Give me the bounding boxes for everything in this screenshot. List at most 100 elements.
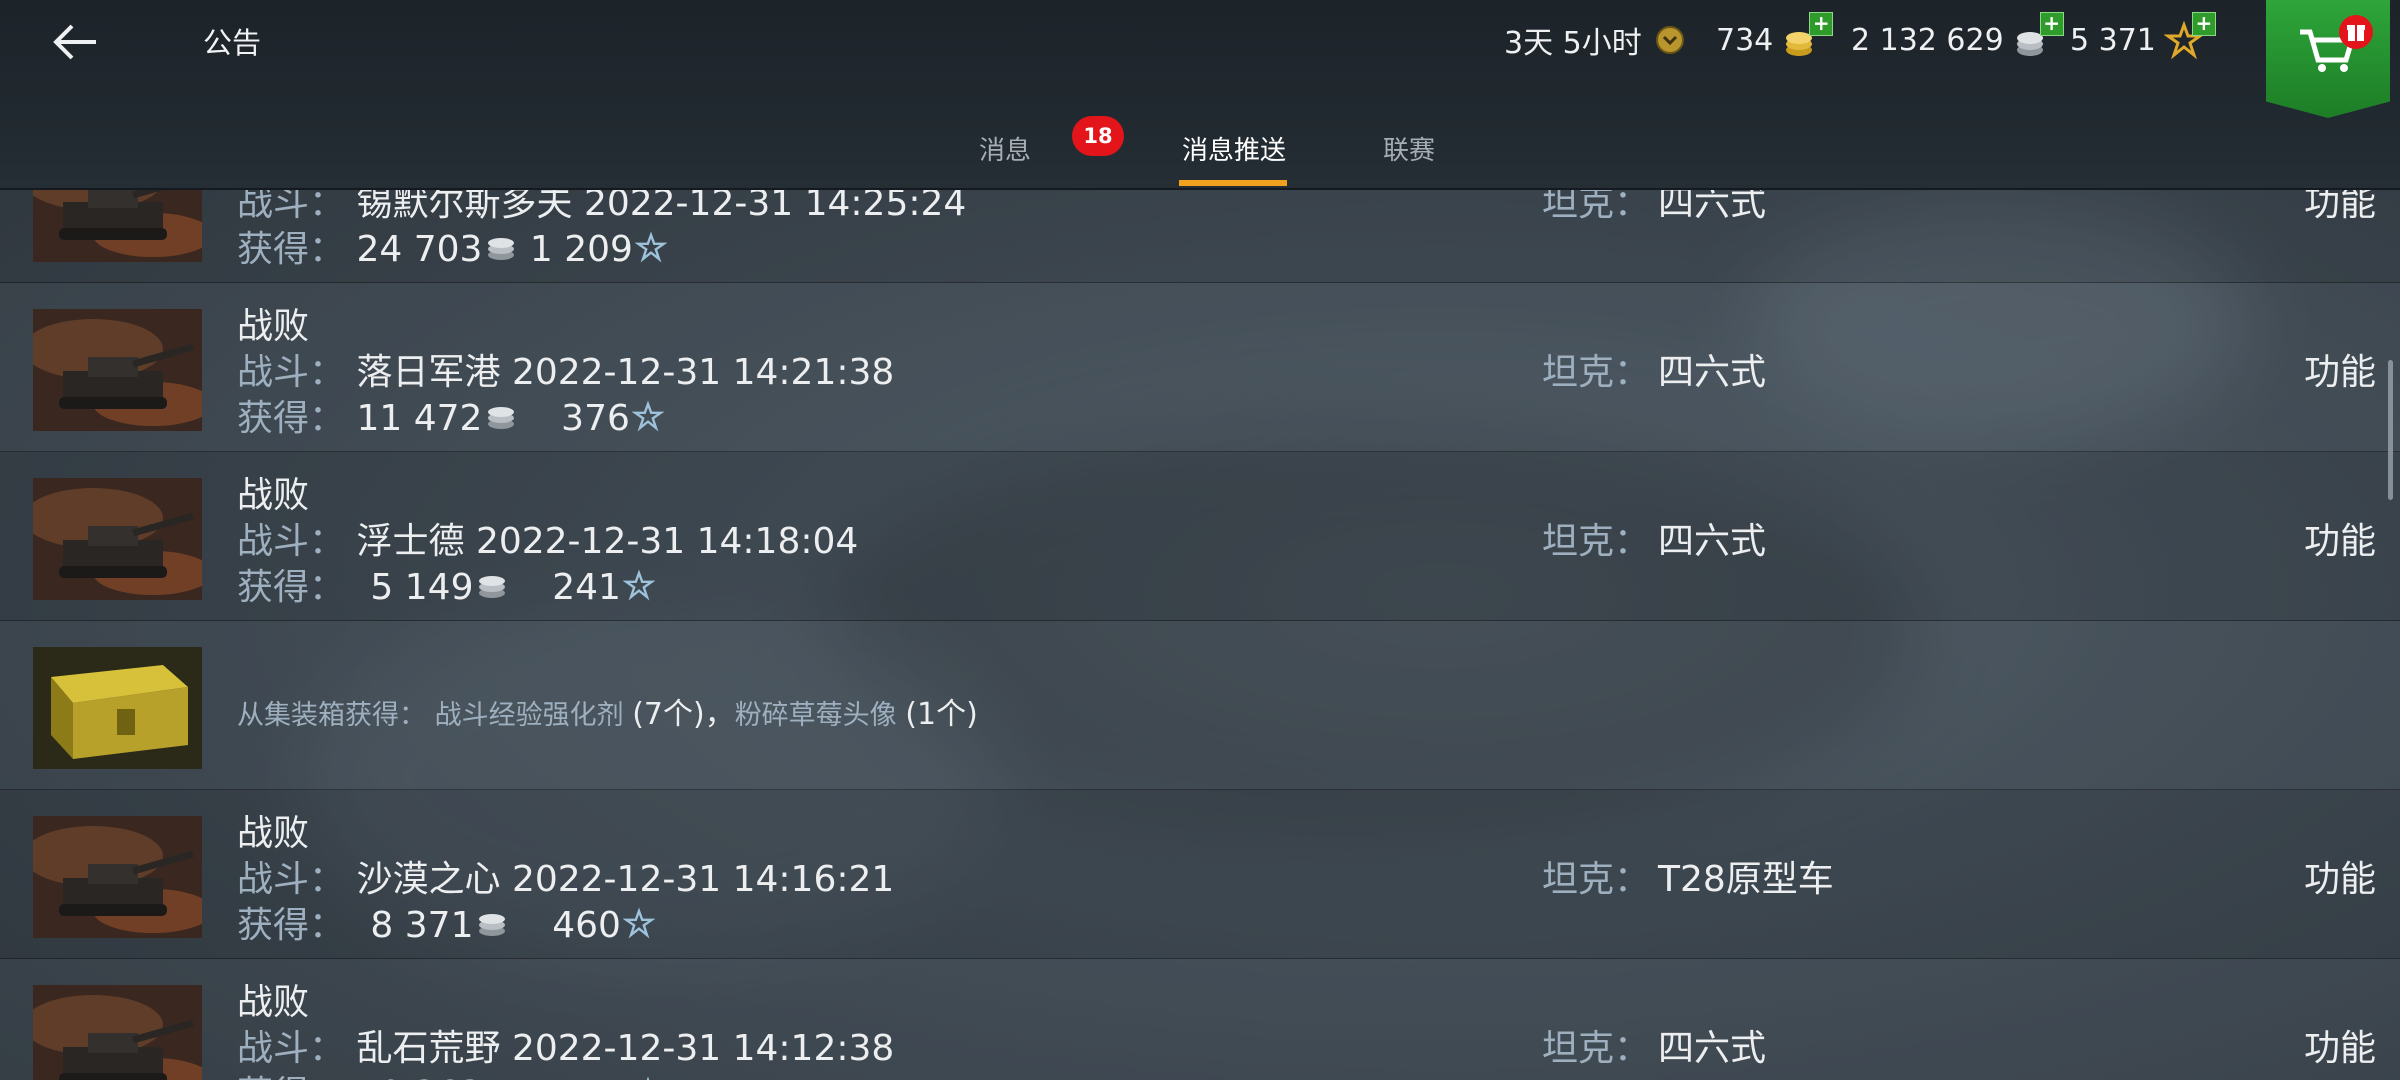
crate-reward-text: 从集装箱获得： 战斗经验强化剂 (7个)，粉碎草莓头像 (1个) (237, 689, 978, 733)
credits-icon (475, 569, 509, 610)
credits-earned: 24 703 (356, 229, 483, 270)
tank-name: 四六式 (1658, 190, 1767, 224)
battle-datetime: 2022-12-31 14:25:24 (583, 190, 967, 224)
message-list[interactable]: 战斗： 锡默尔斯多夫 2022-12-31 14:25:24 获得： 24 70… (0, 190, 2400, 1080)
battle-result-text: 战败 (237, 475, 310, 516)
reward-item: 战斗经验强化剂 (434, 700, 624, 731)
free-xp-amount: 5 371 (2070, 22, 2156, 58)
function-button[interactable]: 功能 (2304, 190, 2376, 226)
earned-line: 获得： 10 363 571 (237, 1065, 664, 1080)
back-arrow-icon (53, 24, 96, 60)
function-button[interactable]: 功能 (2304, 850, 2376, 902)
map-name: 落日军港 (356, 352, 501, 393)
messages-unread-badge: 18 (1072, 116, 1124, 156)
reward-quantity: (1个) (905, 697, 978, 732)
credits-icon (484, 1076, 518, 1080)
tank-name: 四六式 (1658, 1028, 1767, 1069)
tank-label: 坦克： (1542, 352, 1651, 393)
message-rows: 战斗： 锡默尔斯多夫 2022-12-31 14:25:24 获得： 24 70… (0, 190, 2400, 1080)
earned-line: 获得： 24 703 1 209 (237, 220, 668, 272)
map-name: 浮士德 (356, 521, 465, 562)
tank-thumbnail (33, 478, 202, 600)
tank-thumbnail (33, 190, 202, 262)
xp-star-icon (622, 568, 656, 610)
battle-result-row[interactable]: 战败 战斗： 落日军港 2022-12-31 14:21:38 获得： 11 4… (0, 283, 2400, 452)
credits-icon (484, 400, 518, 441)
gold-amount: 734 (1716, 22, 1774, 58)
xp-earned: 376 (561, 398, 630, 439)
add-xp-button[interactable]: + (2191, 12, 2216, 36)
battle-info-line: 战斗： 浮士德 2022-12-31 14:18:04 (237, 512, 858, 564)
tank-thumbnail (33, 816, 202, 938)
xp-earned: 1 209 (529, 229, 633, 270)
battle-result-row[interactable]: 战败 战斗： 浮士德 2022-12-31 14:18:04 获得： 5 149… (0, 452, 2400, 621)
premium-timer[interactable]: 3天 5小时 (1504, 18, 1690, 62)
function-button[interactable]: 功能 (2304, 1019, 2376, 1071)
battle-datetime: 2022-12-31 14:21:38 (511, 352, 895, 393)
tank-label: 坦克： (1542, 521, 1651, 562)
gold-coins-icon: + (1781, 12, 1834, 60)
map-name: 沙漠之心 (356, 859, 501, 900)
battle-result-text: 战败 (237, 813, 310, 854)
reward-item: 粉碎草莓头像 (734, 700, 897, 731)
add-credits-button[interactable]: + (2039, 12, 2064, 36)
earned-label: 获得： (237, 398, 346, 439)
tank-thumbnail (33, 309, 202, 431)
gold-balance[interactable]: 734 + (1716, 12, 1834, 62)
battle-label: 战斗： (237, 521, 346, 562)
xp-star-icon (631, 399, 665, 441)
xp-earned: 241 (552, 567, 621, 608)
battle-label: 战斗： (237, 1028, 346, 1069)
battle-result-row[interactable]: 战败 战斗： 乱石荒野 2022-12-31 14:12:38 获得： 10 3… (0, 959, 2400, 1080)
free-xp-star-icon: + (2163, 12, 2216, 60)
xp-earned: 571 (530, 1074, 630, 1080)
free-xp-balance[interactable]: 5 371 + (2070, 12, 2216, 62)
tank-label: 坦克： (1542, 190, 1651, 224)
battle-info-line: 战斗： 落日军港 2022-12-31 14:21:38 (237, 343, 894, 395)
premium-badge-icon (1650, 20, 1690, 60)
tank-label: 坦克： (1542, 1028, 1651, 1069)
earned-line: 获得： 11 472 376 (237, 389, 665, 441)
gift-icon (2339, 15, 2373, 49)
earned-label: 获得： (237, 905, 346, 946)
xp-star-icon (634, 230, 668, 272)
battle-info-line: 战斗： 沙漠之心 2022-12-31 14:16:21 (237, 850, 894, 902)
tank-name: T28原型车 (1658, 859, 1834, 900)
earned-line: 获得： 8 371 460 (237, 896, 656, 948)
tab-push-messages[interactable]: 消息推送 (1182, 130, 1286, 167)
add-gold-button[interactable]: + (1809, 12, 1834, 36)
map-name: 锡默尔斯多夫 (356, 190, 573, 224)
credits-earned: 5 149 (370, 567, 474, 608)
crate-reward-row[interactable]: 从集装箱获得： 战斗经验强化剂 (7个)，粉碎草莓头像 (1个) (0, 621, 2400, 790)
credits-icon (475, 907, 509, 948)
credits-earned: 11 472 (356, 398, 483, 439)
battle-result-row[interactable]: 战斗： 锡默尔斯多夫 2022-12-31 14:25:24 获得： 24 70… (0, 190, 2400, 283)
back-button[interactable] (44, 14, 114, 70)
battle-label: 战斗： (237, 859, 346, 900)
battle-datetime: 2022-12-31 14:18:04 (475, 521, 859, 562)
battle-label: 战斗： (237, 190, 346, 224)
earned-label: 获得： (237, 567, 346, 608)
credits-balance[interactable]: 2 132 629 + (1851, 12, 2064, 62)
credits-icon (484, 231, 518, 272)
page-title: 公告 (203, 26, 262, 60)
function-button[interactable]: 功能 (2304, 512, 2376, 564)
reward-quantity: (7个) (632, 697, 705, 732)
credits-earned: 10 363 (356, 1074, 482, 1080)
tank-name: 四六式 (1658, 521, 1767, 562)
function-button[interactable]: 功能 (2304, 343, 2376, 395)
credits-earned: 8 371 (370, 905, 474, 946)
tab-league[interactable]: 联赛 (1383, 130, 1435, 167)
battle-result-row[interactable]: 战败 战斗： 沙漠之心 2022-12-31 14:16:21 获得： 8 37… (0, 790, 2400, 959)
battle-datetime: 2022-12-31 14:16:21 (511, 859, 895, 900)
separator: ， (704, 697, 735, 732)
tab-messages[interactable]: 消息 (979, 130, 1031, 167)
xp-star-icon (622, 906, 656, 948)
premium-time-text: 3天 5小时 (1504, 26, 1642, 61)
battle-result-text: 战败 (237, 982, 310, 1023)
scrollbar[interactable] (2388, 360, 2393, 500)
credits-amount: 2 132 629 (1851, 22, 2004, 58)
xp-star-icon (632, 1075, 664, 1080)
battle-datetime: 2022-12-31 14:12:38 (511, 1028, 895, 1069)
battle-result-text: 战败 (237, 306, 310, 347)
